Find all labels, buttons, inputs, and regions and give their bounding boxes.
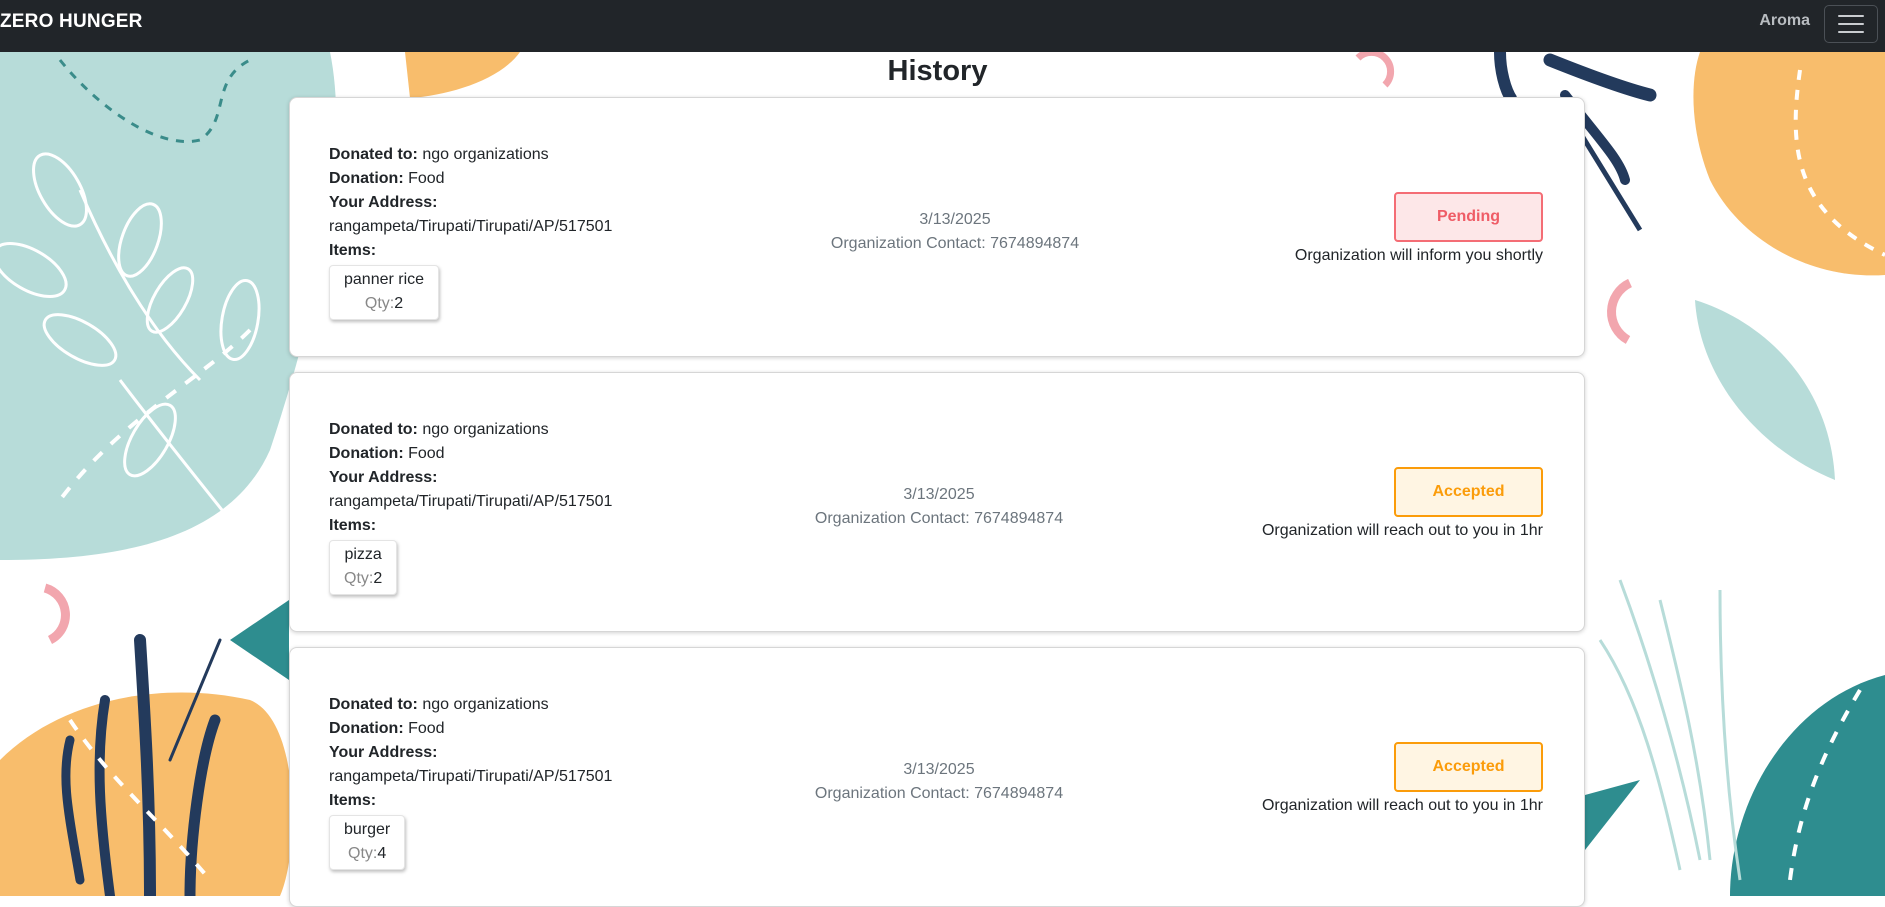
donation-date: 3/13/2025 <box>903 761 975 778</box>
donated-to-label: Donated to: <box>329 696 418 713</box>
items-row: Items: <box>329 789 612 813</box>
address-value: rangampeta/Tirupati/Tirupati/AP/517501 <box>329 768 613 785</box>
status-note: Organization will inform you shortly <box>1294 247 1543 264</box>
donation-label: Donation: <box>329 170 404 187</box>
donation-info: Donated to: ngo organizations Donation: … <box>329 418 612 595</box>
donation-label: Donation: <box>329 445 404 462</box>
donation-date: 3/13/2025 <box>903 486 975 503</box>
donation-row: Donation: Food <box>329 167 612 191</box>
status-badge: Accepted <box>1394 742 1543 792</box>
address-value: rangampeta/Tirupati/Tirupati/AP/517501 <box>329 493 613 510</box>
donation-card: Donated to: ngo organizations Donation: … <box>289 647 1585 907</box>
items-row: Items: <box>329 239 612 263</box>
item-name: burger <box>344 821 391 838</box>
donation-card: Donated to: ngo organizations Donation: … <box>289 372 1585 632</box>
date-contact-block: 3/13/2025 Organization Contact: 76748948… <box>739 758 1139 806</box>
qty-value: 2 <box>394 295 404 312</box>
donation-info: Donated to: ngo organizations Donation: … <box>329 143 612 320</box>
donated-to-value: ngo organizations <box>422 696 549 713</box>
organization-contact: Organization Contact: 7674894874 <box>814 785 1064 802</box>
status-note: Organization will reach out to you in 1h… <box>1261 797 1543 814</box>
item-qty-row: Qty:2 <box>344 567 382 591</box>
qty-value: 2 <box>373 570 383 587</box>
teal-triangle-shape <box>1585 780 1640 850</box>
page-title: History <box>887 55 988 87</box>
qty-value: 4 <box>377 845 387 862</box>
status-note: Organization will reach out to you in 1h… <box>1261 522 1543 539</box>
donated-to-label: Donated to: <box>329 421 418 438</box>
organization-contact: Organization Contact: 7674894874 <box>814 510 1064 527</box>
menu-bar-line <box>1838 31 1864 33</box>
top-navbar: ZERO HUNGER Aroma <box>0 0 1885 52</box>
donation-label: Donation: <box>329 720 404 737</box>
donated-to-value: ngo organizations <box>422 146 549 163</box>
address-label: Your Address: <box>329 194 438 211</box>
donation-row: Donation: Food <box>329 717 612 741</box>
status-badge: Pending <box>1394 192 1543 242</box>
item-chip: burger Qty:4 <box>329 815 406 870</box>
menu-bar-line <box>1838 15 1864 17</box>
items-label: Items: <box>329 792 377 809</box>
leaf-shape <box>1695 300 1835 480</box>
items-label: Items: <box>329 517 377 534</box>
date-contact-block: 3/13/2025 Organization Contact: 76748948… <box>739 483 1139 531</box>
donation-value: Food <box>408 445 445 462</box>
donation-value: Food <box>408 720 445 737</box>
items-row: Items: <box>329 514 612 538</box>
donation-info: Donated to: ngo organizations Donation: … <box>329 693 612 870</box>
brand-logo[interactable]: ZERO HUNGER <box>0 11 143 33</box>
pink-arc-shape <box>1607 278 1633 344</box>
qty-label: Qty: <box>344 570 374 587</box>
donated-to-row: Donated to: ngo organizations <box>329 418 612 442</box>
teal-blob-shape <box>1730 675 1885 896</box>
address-row: Your Address: <box>329 466 612 490</box>
nav-user-link[interactable]: Aroma <box>1759 12 1810 30</box>
pink-arc-shape <box>43 583 70 645</box>
leaf-outline-group <box>1598 579 1742 881</box>
status-badge: Accepted <box>1394 467 1543 517</box>
menu-bar-line <box>1838 23 1864 25</box>
address-row: Your Address: <box>329 191 612 215</box>
item-qty-row: Qty:2 <box>344 292 424 316</box>
donation-value: Food <box>408 170 445 187</box>
address-value: rangampeta/Tirupati/Tirupati/AP/517501 <box>329 218 613 235</box>
item-qty-row: Qty:4 <box>344 842 390 866</box>
donation-date: 3/13/2025 <box>919 211 991 228</box>
organization-contact: Organization Contact: 7674894874 <box>830 235 1080 252</box>
hamburger-menu-icon[interactable] <box>1824 5 1878 43</box>
donated-to-row: Donated to: ngo organizations <box>329 693 612 717</box>
item-chip: pizza Qty:2 <box>329 540 398 595</box>
leaf-blob-shape <box>0 52 337 560</box>
address-row: Your Address: <box>329 741 612 765</box>
address-label: Your Address: <box>329 744 438 761</box>
qty-label: Qty: <box>364 295 395 312</box>
donated-to-row: Donated to: ngo organizations <box>329 143 612 167</box>
qty-label: Qty: <box>348 845 378 862</box>
date-contact-block: 3/13/2025 Organization Contact: 76748948… <box>755 208 1155 256</box>
donation-card: Donated to: ngo organizations Donation: … <box>289 97 1585 357</box>
donated-to-label: Donated to: <box>329 146 418 163</box>
address-label: Your Address: <box>329 469 438 486</box>
item-name: panner rice <box>344 271 425 288</box>
donation-row: Donation: Food <box>329 442 612 466</box>
teal-triangle-shape <box>230 600 289 680</box>
donated-to-value: ngo organizations <box>422 421 549 438</box>
item-name: pizza <box>344 546 382 563</box>
item-chip: panner rice Qty:2 <box>329 265 440 320</box>
items-label: Items: <box>329 242 377 259</box>
